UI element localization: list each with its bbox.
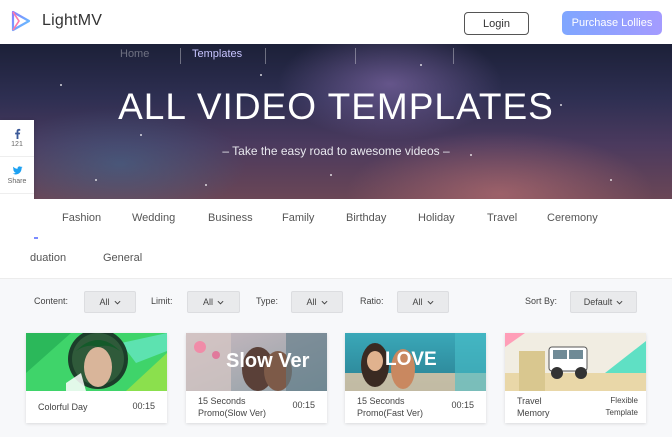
chevron-down-icon: [616, 300, 623, 305]
tab-holiday[interactable]: Holiday: [418, 212, 455, 224]
purchase-lollies-button[interactable]: Purchase Lollies: [562, 11, 662, 35]
template-thumbnail: LOVE: [345, 333, 486, 391]
template-card[interactable]: LOVE 15 Seconds Promo(Fast Ver) 00:15: [345, 333, 486, 423]
template-tag-line1: Flexible: [610, 396, 638, 405]
ratio-filter-value: All: [412, 297, 423, 307]
top-header: LightMV Login Purchase Lollies: [0, 0, 672, 44]
template-title-line1: 15 Seconds: [357, 396, 405, 406]
nav-divider: [265, 48, 266, 64]
tab-family[interactable]: Family: [282, 212, 314, 224]
logo[interactable]: LightMV: [10, 10, 102, 32]
share-count: 121: [11, 141, 23, 148]
content-filter-label: Content:: [34, 296, 69, 306]
chevron-down-icon: [217, 300, 224, 305]
page-subtitle: – Take the easy road to awesome videos –: [222, 144, 450, 158]
facebook-icon: [14, 128, 20, 139]
lightmv-logo-icon: [11, 10, 31, 32]
chevron-down-icon: [114, 300, 120, 305]
template-tag: Flexible Template: [606, 395, 638, 419]
tab-birthday[interactable]: Birthday: [346, 212, 386, 224]
twitter-icon: [12, 166, 23, 175]
template-title-line2: Promo(Slow Ver): [198, 408, 267, 418]
template-title-line1: Travel: [517, 396, 542, 406]
template-duration: 00:15: [292, 400, 315, 410]
tab-graduation[interactable]: duation: [30, 252, 66, 264]
template-tag-line2: Template: [605, 408, 638, 417]
content-filter-select[interactable]: All: [84, 291, 136, 313]
template-title: 15 Seconds Promo(Slow Ver): [198, 395, 266, 419]
share-label: Share: [7, 178, 27, 185]
nav-divider: [453, 48, 454, 64]
chevron-down-icon: [321, 300, 327, 305]
type-filter-select[interactable]: All: [291, 291, 343, 313]
template-card[interactable]: Slow Ver 15 Seconds Promo(Slow Ver) 00:1…: [186, 333, 327, 423]
logo-text: LightMV: [42, 12, 103, 29]
filter-bar: Content: All Limit: All Type: All Ratio:…: [0, 279, 672, 327]
thumbnail-text: Slow Ver: [226, 350, 310, 372]
ratio-filter-select[interactable]: All: [397, 291, 449, 313]
template-thumbnail: Slow Ver: [186, 333, 327, 391]
content-filter-value: All: [99, 297, 110, 307]
nav-divider: [180, 48, 181, 64]
template-duration: 00:15: [132, 401, 155, 411]
active-tab-indicator: [34, 237, 38, 239]
nav-templates[interactable]: Templates: [192, 48, 242, 60]
type-filter-label: Type:: [256, 296, 279, 306]
type-filter-value: All: [306, 297, 317, 307]
tab-travel[interactable]: Travel: [487, 212, 517, 224]
sort-by-label: Sort By:: [525, 296, 558, 306]
template-thumbnail: [505, 333, 646, 391]
limit-filter-label: Limit:: [151, 296, 173, 306]
sort-by-select[interactable]: Default: [570, 291, 637, 313]
limit-filter-value: All: [202, 297, 213, 307]
thumbnail-text: LOVE: [385, 349, 437, 370]
tab-fashion[interactable]: Fashion: [62, 212, 101, 224]
sort-by-value: Default: [583, 297, 613, 307]
login-button[interactable]: Login: [464, 12, 529, 35]
tab-ceremony[interactable]: Ceremony: [547, 212, 598, 224]
limit-filter-select[interactable]: All: [187, 291, 240, 313]
template-title: Colorful Day: [38, 402, 88, 412]
template-title-line2: Promo(Fast Ver): [357, 408, 424, 418]
template-title: Travel Memory: [517, 395, 550, 419]
tab-general[interactable]: General: [103, 252, 142, 264]
template-title-line1: 15 Seconds: [198, 396, 246, 406]
share-facebook[interactable]: 121: [0, 120, 34, 157]
template-title: 15 Seconds Promo(Fast Ver): [357, 395, 423, 419]
nav-home[interactable]: Home: [120, 48, 149, 60]
template-title-line2: Memory: [517, 408, 550, 418]
category-tabs: Fashion Wedding Business Family Birthday…: [0, 199, 672, 279]
nav-divider: [355, 48, 356, 64]
template-card[interactable]: Colorful Day 00:15: [26, 333, 167, 423]
template-card[interactable]: Travel Memory Flexible Template: [505, 333, 646, 423]
chevron-down-icon: [427, 300, 433, 305]
template-thumbnail: [26, 333, 167, 391]
template-grid: Colorful Day 00:15 Slow Ver 15 Seconds P…: [0, 327, 672, 437]
tab-business[interactable]: Business: [208, 212, 253, 224]
template-duration: 00:15: [451, 400, 474, 410]
hero-banner: Home Templates ALL VIDEO TEMPLATES – Tak…: [0, 44, 672, 199]
ratio-filter-label: Ratio:: [360, 296, 384, 306]
page-title: ALL VIDEO TEMPLATES: [118, 86, 554, 127]
hero-nav: Home Templates: [0, 44, 672, 70]
share-twitter[interactable]: Share: [0, 157, 34, 194]
tab-wedding[interactable]: Wedding: [132, 212, 175, 224]
